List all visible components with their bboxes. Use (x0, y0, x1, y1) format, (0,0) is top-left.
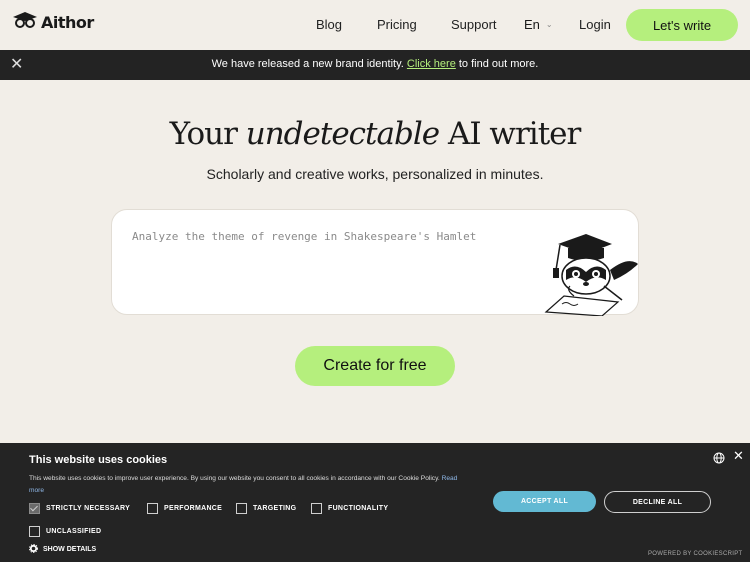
cookie-text: This website uses cookies to improve use… (29, 475, 440, 482)
cookie-consent-panel: This website uses cookies This website u… (0, 443, 750, 562)
nav-link-blog[interactable]: Blog (316, 17, 342, 32)
logo[interactable]: Aithor (12, 12, 94, 33)
hero-title-end: AI writer (439, 116, 581, 152)
language-label: En (524, 17, 540, 32)
globe-icon[interactable] (713, 451, 725, 469)
nav-link-pricing[interactable]: Pricing (377, 17, 417, 32)
language-selector[interactable]: En ⌄ (524, 17, 553, 32)
checkbox-icon[interactable] (311, 503, 322, 514)
checkbox-checked-icon[interactable] (29, 503, 40, 514)
checkbox-strictly-necessary[interactable]: STRICTLY NECESSARY (29, 503, 130, 514)
hero-subtitle: Scholarly and creative works, personaliz… (206, 166, 544, 182)
prompt-input[interactable]: Analyze the theme of revenge in Shakespe… (111, 209, 639, 317)
nav-link-support[interactable]: Support (451, 17, 497, 32)
checkbox-label: FUNCTIONALITY (328, 505, 389, 512)
hero-title-start: Your (169, 116, 246, 152)
announcement-banner: ✕ We have released a new brand identity.… (0, 50, 750, 80)
checkbox-functionality[interactable]: FUNCTIONALITY (311, 503, 388, 514)
create-for-free-button[interactable]: Create for free (295, 346, 455, 386)
banner-text-end: to find out more. (455, 58, 539, 70)
checkbox-label: TARGETING (253, 505, 297, 512)
hero-title: Your undetectable AI writer (0, 116, 750, 152)
show-details-toggle[interactable]: SHOW DETAILS (29, 544, 96, 555)
show-details-label: SHOW DETAILS (43, 546, 97, 553)
prompt-placeholder: Analyze the theme of revenge in Shakespe… (132, 230, 477, 243)
banner-message: We have released a new brand identity. C… (0, 58, 750, 70)
gear-icon (29, 544, 38, 555)
close-icon[interactable]: ✕ (733, 448, 744, 464)
checkbox-label: PERFORMANCE (164, 505, 223, 512)
powered-by-label: POWERED BY COOKIESCRIPT (648, 551, 743, 557)
top-navigation: Aithor Blog Pricing Support En ⌄ Login L… (0, 0, 750, 50)
chevron-down-icon: ⌄ (545, 20, 553, 29)
logo-mascot-icon (12, 12, 38, 33)
checkbox-icon[interactable] (147, 503, 158, 514)
decline-all-button[interactable]: DECLINE ALL (604, 491, 711, 513)
checkbox-targeting[interactable]: TARGETING (236, 503, 296, 514)
logo-text: Aithor (41, 13, 94, 32)
login-link[interactable]: Login (579, 17, 611, 32)
banner-link[interactable]: Click here (407, 58, 456, 70)
checkbox-unclassified[interactable]: UNCLASSIFIED (29, 526, 101, 537)
accept-all-button[interactable]: ACCEPT ALL (493, 491, 596, 512)
checkbox-label: STRICTLY NECESSARY (46, 505, 131, 512)
cookie-title: This website uses cookies (29, 454, 168, 466)
lets-write-button[interactable]: Let's write (626, 9, 738, 41)
cookie-description: This website uses cookies to improve use… (29, 473, 474, 497)
checkbox-performance[interactable]: PERFORMANCE (147, 503, 222, 514)
raccoon-mascot-illustration (544, 230, 640, 321)
hero-title-italic: undetectable (245, 116, 440, 152)
checkbox-icon[interactable] (29, 526, 40, 537)
checkbox-icon[interactable] (236, 503, 247, 514)
banner-text-start: We have released a new brand identity. (211, 58, 407, 70)
checkbox-label: UNCLASSIFIED (46, 528, 102, 535)
